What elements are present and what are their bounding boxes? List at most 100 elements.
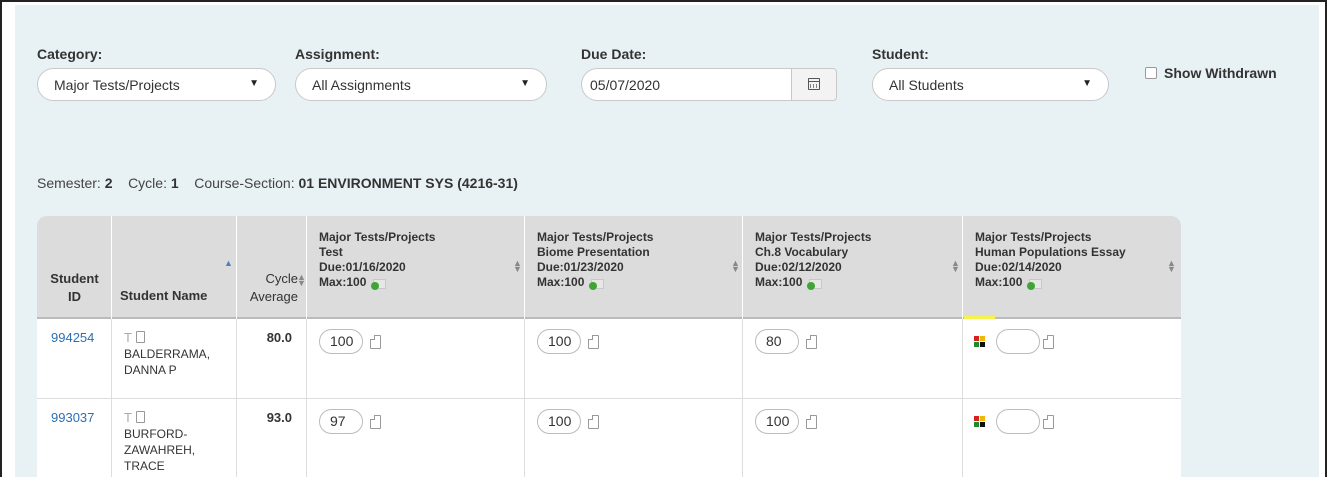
note-icon[interactable] <box>135 331 145 343</box>
show-withdrawn-toggle[interactable]: Show Withdrawn <box>1145 65 1277 81</box>
due-date-picker: 05/07/2020 <box>581 68 837 101</box>
student-name-cell: T BURFORD- ZAWAHREH, TRACE <box>112 399 237 477</box>
sort-arrows-icon[interactable]: ▲ ▼ <box>1167 259 1176 274</box>
score-input[interactable]: 100 <box>755 409 799 434</box>
assignment-due: Due:01/16/2020 <box>319 260 406 274</box>
show-withdrawn-label: Show Withdrawn <box>1164 65 1277 81</box>
color-status-icon[interactable] <box>974 416 986 428</box>
sort-arrows-icon[interactable]: ▲ ▼ <box>731 259 740 274</box>
calendar-icon <box>808 78 820 90</box>
calendar-button[interactable] <box>791 68 837 101</box>
score-cell <box>963 399 1181 477</box>
note-icon[interactable] <box>588 335 599 349</box>
score-cell: 97 <box>307 399 525 477</box>
student-name-line3: TRACE <box>124 459 165 473</box>
student-name: T BALDERRAMA, DANNA P <box>124 330 210 378</box>
add-assignment-icon[interactable] <box>587 275 605 291</box>
sort-arrows-icon[interactable]: ▲ ▼ <box>513 259 522 274</box>
show-withdrawn-checkbox[interactable] <box>1145 67 1157 79</box>
student-id-cell: 993037 <box>37 399 112 477</box>
note-icon[interactable] <box>806 335 817 349</box>
category-value: Major Tests/Projects <box>54 77 180 93</box>
student-name: T BURFORD- ZAWAHREH, TRACE <box>124 410 195 474</box>
score-input[interactable]: 97 <box>319 409 363 434</box>
col-assignment-3[interactable]: Major Tests/Projects Ch.8 Vocabulary Due… <box>743 216 963 319</box>
assignment-select[interactable]: All Assignments ▼ <box>295 68 547 101</box>
add-assignment-icon[interactable] <box>369 275 387 291</box>
assignment-value: All Assignments <box>312 77 411 93</box>
category-select[interactable]: Major Tests/Projects ▼ <box>37 68 276 101</box>
score-cell: 100 <box>525 399 743 477</box>
student-id-cell: 994254 <box>37 319 112 398</box>
col-assignment-1[interactable]: Major Tests/Projects Test Due:01/16/2020… <box>307 216 525 319</box>
t-icon[interactable]: T <box>124 410 132 425</box>
student-name-line2: ZAWAHREH, <box>124 443 196 457</box>
due-date-input[interactable]: 05/07/2020 <box>581 68 793 101</box>
due-date-label: Due Date: <box>581 46 647 62</box>
assignment-max: Max:100 <box>975 275 1023 289</box>
col-assignment-4[interactable]: Major Tests/Projects Human Populations E… <box>963 216 1181 319</box>
assignment-category: Major Tests/Projects <box>755 230 872 244</box>
table-row: 994254 T BALDERRAMA, DANNA P 80.0 100 10… <box>37 319 1181 399</box>
add-assignment-icon[interactable] <box>1025 275 1043 291</box>
col-student-id[interactable]: Student ID <box>37 216 112 319</box>
note-icon[interactable] <box>135 411 145 423</box>
student-name-line1: BURFORD- <box>124 427 188 441</box>
student-label: Student: <box>872 46 929 62</box>
score-input[interactable]: 100 <box>319 329 363 354</box>
assignment-due: Due:01/23/2020 <box>537 260 624 274</box>
score-input[interactable]: 80 <box>755 329 799 354</box>
cycle-average-value: 80.0 <box>266 330 292 345</box>
add-assignment-icon[interactable] <box>805 275 823 291</box>
student-value: All Students <box>889 77 964 93</box>
student-id-link[interactable]: 994254 <box>51 330 94 345</box>
student-name-cell: T BALDERRAMA, DANNA P <box>112 319 237 398</box>
student-id-link[interactable]: 993037 <box>51 410 94 425</box>
assignment-name: Human Populations Essay <box>975 245 1126 259</box>
cycle-average-cell: 93.0 <box>237 399 307 477</box>
color-status-icon[interactable] <box>974 336 986 348</box>
note-icon[interactable] <box>1043 335 1054 349</box>
note-icon[interactable] <box>1043 415 1054 429</box>
assignment-name: Test <box>319 245 343 259</box>
student-name-line1: BALDERRAMA, <box>124 347 211 361</box>
course-section-value: 01 ENVIRONMENT SYS (4216-31) <box>298 175 518 191</box>
score-input[interactable]: 100 <box>537 329 581 354</box>
note-icon[interactable] <box>806 415 817 429</box>
sort-arrows-icon[interactable]: ▲ ▼ <box>951 259 960 274</box>
chevron-down-icon: ▼ <box>1082 78 1092 89</box>
score-input[interactable] <box>996 329 1040 354</box>
assignment-due: Due:02/14/2020 <box>975 260 1062 274</box>
note-icon[interactable] <box>588 415 599 429</box>
semester-value: 2 <box>104 175 113 191</box>
cycle-average-cell: 80.0 <box>237 319 307 398</box>
note-icon[interactable] <box>370 335 381 349</box>
assignment-due: Due:02/12/2020 <box>755 260 842 274</box>
assignment-max: Max:100 <box>319 275 367 289</box>
score-input[interactable]: 100 <box>537 409 581 434</box>
note-icon[interactable] <box>370 415 381 429</box>
cycle-average-header-line1: Cycle <box>265 271 298 286</box>
col-cycle-average[interactable]: Cycle Average ▲ ▼ <box>237 216 307 319</box>
t-icon[interactable]: T <box>124 330 132 345</box>
cycle-value: 1 <box>170 175 179 191</box>
sort-ascending-icon[interactable]: ▲ <box>224 259 233 268</box>
col-student-name[interactable]: Student Name ▲ <box>112 216 237 319</box>
score-input[interactable] <box>996 409 1040 434</box>
assignment-max: Max:100 <box>755 275 803 289</box>
assignment-name: Biome Presentation <box>537 245 650 259</box>
score-cell: 100 <box>743 399 963 477</box>
due-date-value: 05/07/2020 <box>590 77 661 93</box>
grade-table-header: Student ID Student Name ▲ Cycle Average … <box>37 216 1181 319</box>
sort-arrows-icon[interactable]: ▲ ▼ <box>297 273 306 288</box>
category-label: Category: <box>37 46 103 62</box>
col-assignment-2[interactable]: Major Tests/Projects Biome Presentation … <box>525 216 743 319</box>
semester-label: Semester: <box>37 175 101 191</box>
chevron-down-icon: ▼ <box>249 78 259 89</box>
table-row: 993037 T BURFORD- ZAWAHREH, TRACE 93.0 9… <box>37 399 1181 477</box>
score-cell: 100 <box>525 319 743 398</box>
score-cell <box>963 319 1181 398</box>
student-select[interactable]: All Students ▼ <box>872 68 1109 101</box>
assignment-max: Max:100 <box>537 275 585 289</box>
assignment-category: Major Tests/Projects <box>319 230 436 244</box>
